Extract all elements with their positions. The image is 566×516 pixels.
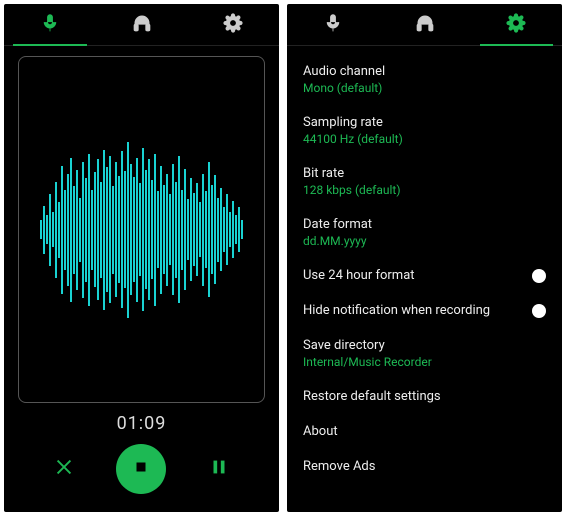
headphones-icon	[415, 13, 435, 37]
tab-record[interactable]	[4, 4, 96, 45]
settings-list: Audio channel Mono (default) Sampling ra…	[287, 46, 562, 512]
setting-restore-defaults[interactable]: Restore default settings	[287, 379, 562, 414]
toggle-switch[interactable]	[532, 304, 546, 318]
setting-value: 128 kbps (default)	[303, 183, 546, 197]
mic-icon	[323, 13, 343, 37]
tab-playback[interactable]	[96, 4, 188, 45]
tab-settings[interactable]	[470, 4, 562, 45]
tab-bar-left	[4, 4, 279, 46]
setting-remove-ads[interactable]: Remove Ads	[287, 449, 562, 484]
mic-icon	[40, 13, 60, 37]
setting-label: Audio channel	[303, 64, 546, 79]
setting-audio-channel[interactable]: Audio channel Mono (default)	[287, 54, 562, 105]
setting-use-24h[interactable]: Use 24 hour format	[287, 258, 562, 293]
headphones-icon	[132, 13, 152, 37]
tab-settings[interactable]	[187, 4, 279, 45]
setting-value: Internal/Music Recorder	[303, 355, 546, 369]
setting-label: Bit rate	[303, 166, 546, 181]
recording-controls	[18, 440, 265, 504]
setting-date-format[interactable]: Date format dd.MM.yyyy	[287, 207, 562, 258]
waveform	[19, 57, 264, 402]
recorder-screen: 01:09	[4, 4, 279, 512]
gear-icon	[223, 13, 243, 37]
close-icon	[53, 456, 75, 482]
setting-label: Sampling rate	[303, 115, 546, 130]
record-area: 01:09	[4, 46, 279, 512]
setting-label: Remove Ads	[303, 459, 546, 474]
setting-value: dd.MM.yyyy	[303, 234, 546, 248]
stop-button[interactable]	[116, 444, 166, 494]
recording-timer: 01:09	[117, 413, 167, 434]
setting-value: 44100 Hz (default)	[303, 132, 546, 146]
setting-label: Restore default settings	[303, 389, 546, 404]
setting-label: Date format	[303, 217, 546, 232]
setting-label: About	[303, 424, 546, 439]
pause-button[interactable]	[199, 449, 239, 489]
settings-screen: Audio channel Mono (default) Sampling ra…	[287, 4, 562, 512]
setting-value: Mono (default)	[303, 81, 546, 95]
cancel-button[interactable]	[44, 449, 84, 489]
setting-save-directory[interactable]: Save directory Internal/Music Recorder	[287, 328, 562, 379]
setting-bit-rate[interactable]: Bit rate 128 kbps (default)	[287, 156, 562, 207]
tab-record[interactable]	[287, 4, 379, 45]
setting-label: Save directory	[303, 338, 546, 353]
setting-hide-notification[interactable]: Hide notification when recording	[287, 293, 562, 328]
gear-icon	[506, 13, 526, 37]
tab-playback[interactable]	[379, 4, 471, 45]
stop-icon	[132, 458, 150, 480]
pause-icon	[208, 456, 230, 482]
setting-label: Hide notification when recording	[303, 303, 532, 318]
setting-about[interactable]: About	[287, 414, 562, 449]
toggle-switch[interactable]	[532, 269, 546, 283]
setting-sampling-rate[interactable]: Sampling rate 44100 Hz (default)	[287, 105, 562, 156]
waveform-container	[18, 56, 265, 403]
tab-bar-right	[287, 4, 562, 46]
setting-label: Use 24 hour format	[303, 268, 532, 283]
